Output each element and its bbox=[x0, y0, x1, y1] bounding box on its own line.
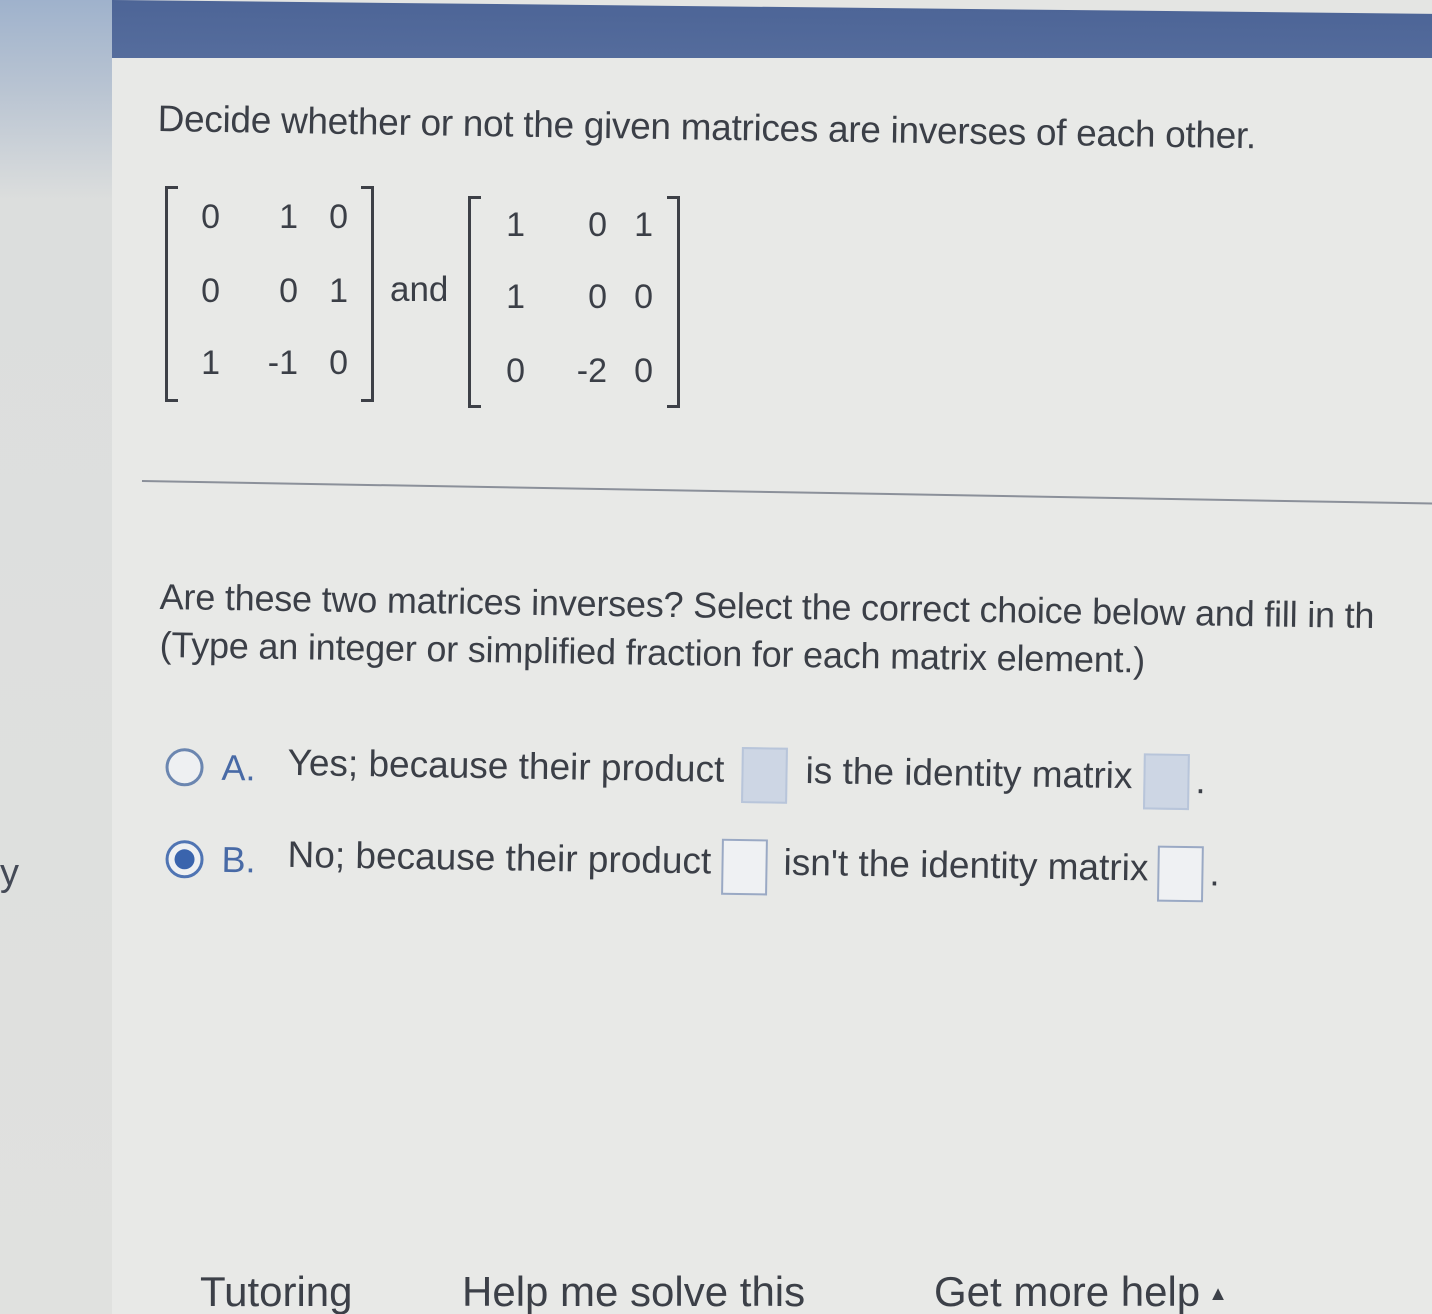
matrix-a-cell: 0 bbox=[201, 272, 220, 310]
get-more-help-label: Get more help bbox=[934, 1268, 1201, 1314]
matrix-a-cell: 1 bbox=[279, 198, 298, 236]
choice-a-letter: A. bbox=[221, 746, 256, 789]
choice-a-product-input[interactable] bbox=[741, 747, 788, 804]
choice-b-text-1: No; because their product bbox=[287, 833, 712, 882]
matrix-a-cell: 1 bbox=[201, 344, 220, 382]
choice-a-text-2: is the identity matrix bbox=[805, 750, 1133, 797]
matrix-b-cell: 1 bbox=[506, 206, 525, 244]
matrix-b-cell: 1 bbox=[506, 278, 525, 316]
caret-up-icon: ▲ bbox=[1208, 1283, 1228, 1306]
sidebar-text-fragment: y bbox=[0, 852, 19, 894]
matrix-b-cell: 0 bbox=[588, 278, 607, 316]
matrix-b-cell: 0 bbox=[588, 206, 607, 244]
choice-a-radio[interactable] bbox=[165, 747, 204, 787]
choice-a-text-1: Yes; because their product bbox=[287, 741, 725, 790]
matrix-b-cell: 0 bbox=[634, 278, 653, 316]
choice-b-period: . bbox=[1209, 852, 1221, 894]
choice-b-identity-input[interactable] bbox=[1156, 845, 1204, 903]
matrix-a-cell: 0 bbox=[279, 272, 298, 310]
matrix-b: 1 0 1 1 0 0 0 -2 0 bbox=[468, 196, 680, 408]
choice-a-identity-input[interactable] bbox=[1142, 753, 1190, 811]
choice-b-product-input[interactable] bbox=[721, 838, 768, 896]
help-me-solve-button[interactable]: Help me solve this bbox=[462, 1268, 805, 1314]
matrix-a-cell: 1 bbox=[329, 272, 348, 310]
radio-selected-dot bbox=[174, 849, 195, 870]
help-bar: Tutoring Help me solve this Get more hel… bbox=[200, 1268, 1432, 1314]
matrix-a-cell: 0 bbox=[329, 198, 348, 236]
matrix-a-cell: 0 bbox=[329, 344, 348, 382]
matrix-b-cell: -2 bbox=[576, 352, 607, 390]
matrix-connector: and bbox=[390, 270, 449, 309]
choice-b-radio[interactable] bbox=[165, 839, 204, 879]
tutoring-button[interactable]: Tutoring bbox=[200, 1268, 353, 1314]
matrix-a: 0 1 0 0 0 1 1 -1 0 bbox=[165, 186, 374, 402]
matrix-b-cell: 0 bbox=[506, 352, 525, 390]
choice-b-text-2: isn't the identity matrix bbox=[783, 841, 1149, 889]
matrix-b-cell: 1 bbox=[634, 206, 653, 244]
matrix-b-cell: 0 bbox=[634, 352, 653, 390]
matrix-a-cell: 0 bbox=[201, 198, 220, 236]
get-more-help-button[interactable]: Get more help ▲ bbox=[934, 1268, 1228, 1314]
left-sidebar: y bbox=[0, 0, 112, 1314]
choice-b-letter: B. bbox=[221, 838, 256, 881]
page: y Decide whether or not the given matric… bbox=[0, 0, 1432, 1314]
matrix-a-cell: -1 bbox=[267, 344, 298, 382]
choice-a-period: . bbox=[1195, 760, 1207, 802]
